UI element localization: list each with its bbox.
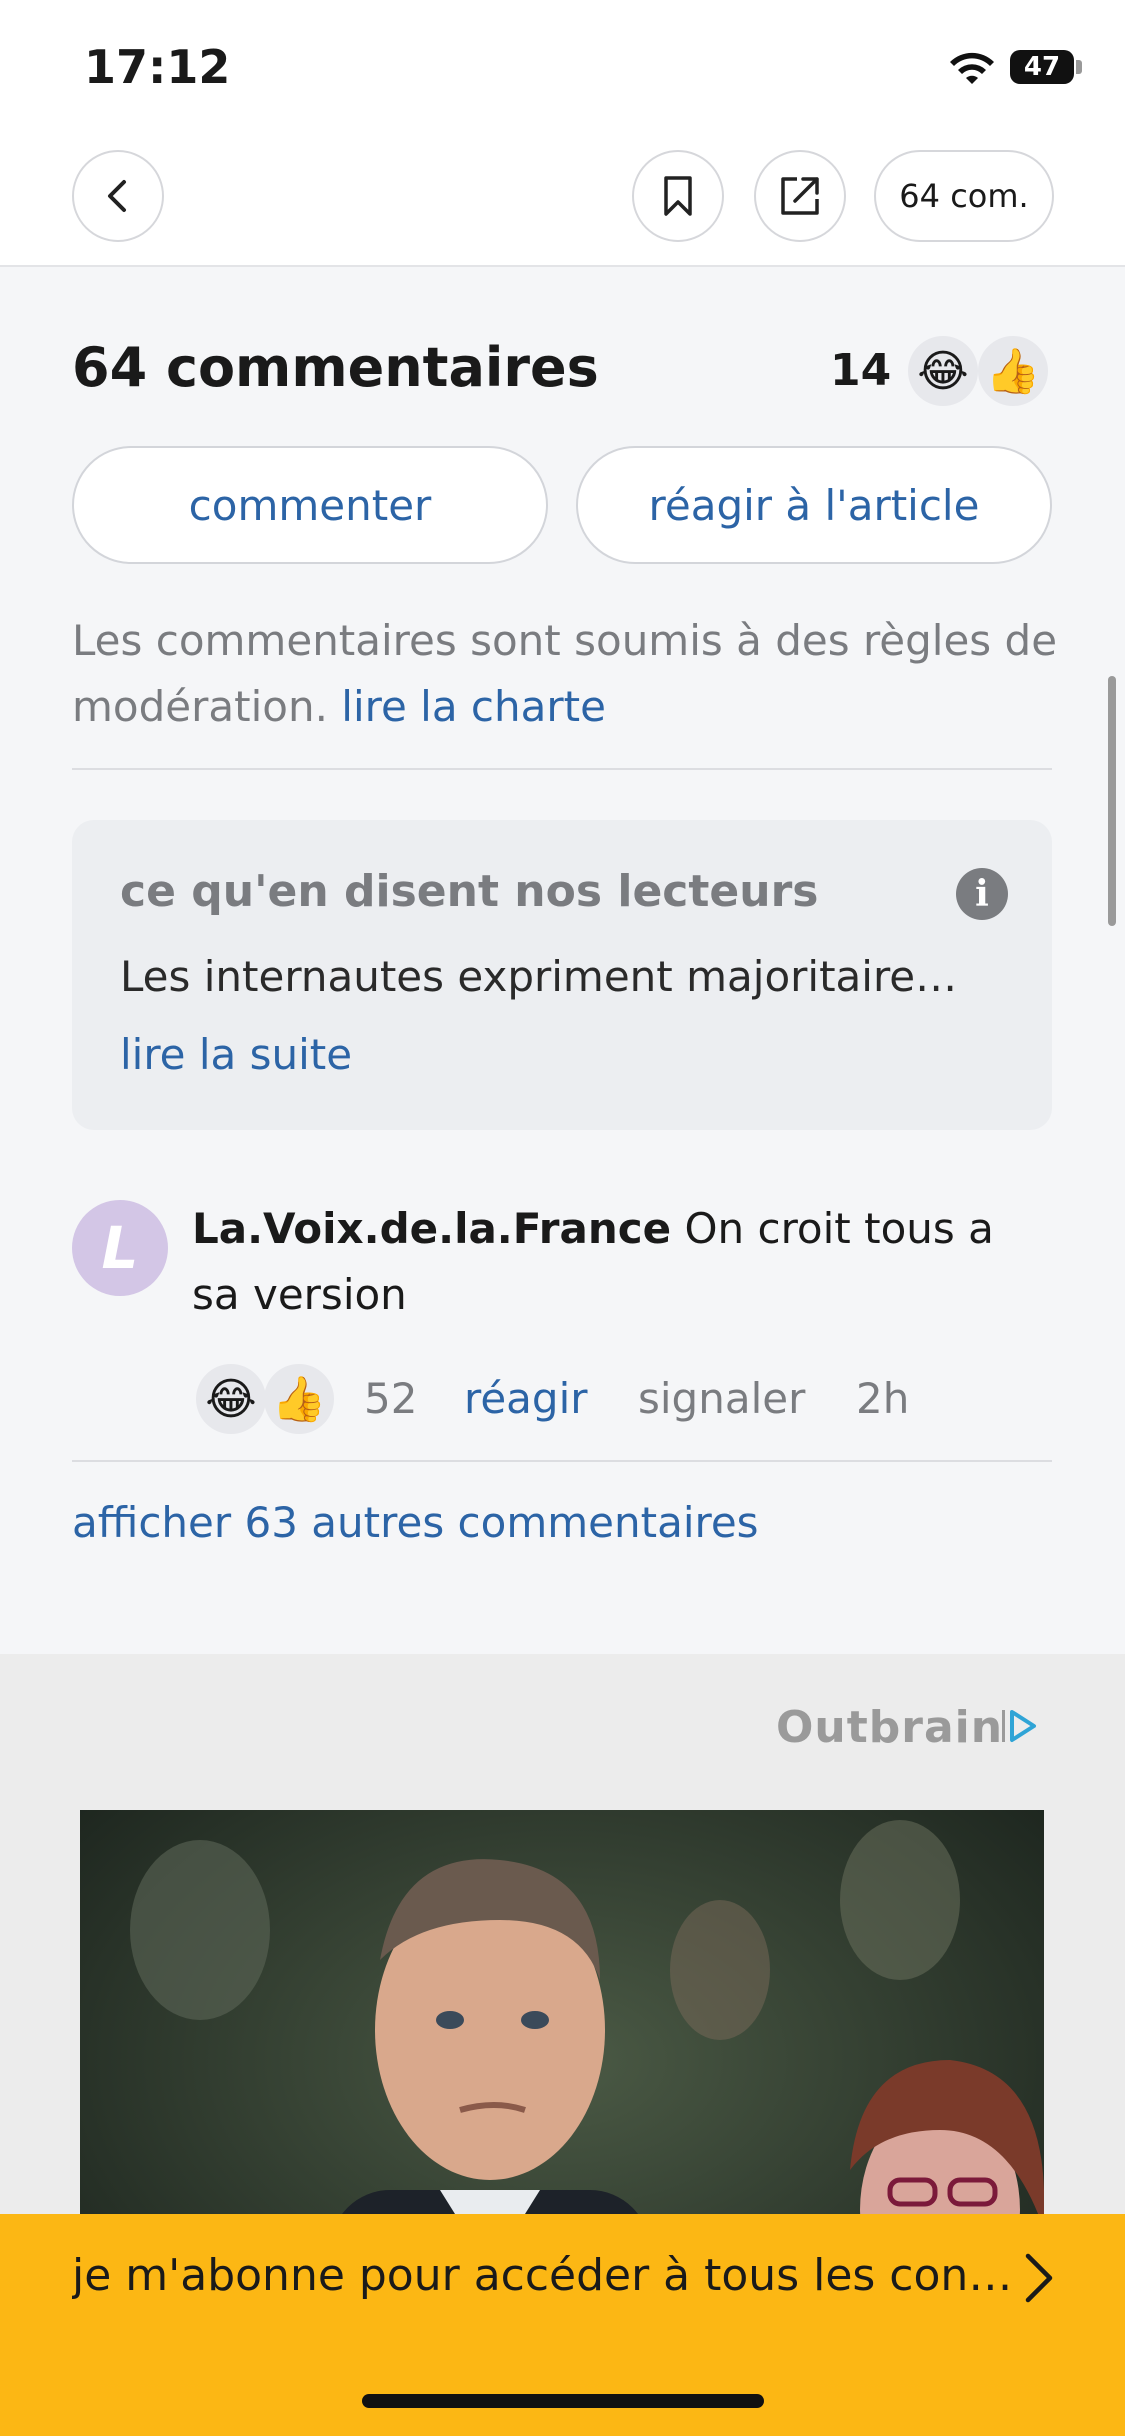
charter-link[interactable]: lire la charte [341,682,606,731]
subscribe-text[interactable]: je m'abonne pour accéder à tous les cont… [72,2250,1022,2301]
share-icon [781,177,819,215]
read-more-link[interactable]: lire la suite [120,1030,352,1079]
divider [72,1460,1052,1462]
chevron-left-icon [108,180,126,212]
ad-choices-icon[interactable] [1000,1706,1040,1746]
bookmark-button[interactable] [632,150,724,242]
wifi-icon [950,52,994,84]
back-button[interactable] [72,150,164,242]
comments-title: 64 commentaires [72,336,599,399]
thumbs-up-emoji-icon: 👍 [264,1364,334,1434]
outbrain-logo[interactable]: Outbrain [776,1702,1003,1753]
comment-body: La.Voix.de.la.France On croit tous a sa … [192,1196,1052,1328]
comment-reaction-count: 52 [364,1374,418,1423]
comment-author[interactable]: La.Voix.de.la.France [192,1204,671,1253]
moderation-notice: Les commentaires sont soumis à des règle… [72,608,1062,740]
comment-button[interactable]: commenter [72,446,548,564]
chevron-right-icon[interactable] [1018,2250,1058,2306]
divider [72,768,1052,770]
laughing-emoji-icon: 😂 [908,336,978,406]
readers-summary-title: ce qu'en disent nos lecteurs [120,866,819,917]
comment-timestamp: 2h [856,1374,910,1423]
laughing-emoji-icon: 😂 [196,1364,266,1434]
scrollbar[interactable] [1108,676,1116,926]
bookmark-icon [664,176,692,216]
share-button[interactable] [754,150,846,242]
show-more-comments-link[interactable]: afficher 63 autres commentaires [72,1498,759,1547]
info-icon[interactable]: i [956,868,1008,920]
report-link[interactable]: signaler [638,1374,805,1423]
thumbs-up-emoji-icon: 👍 [978,336,1048,406]
status-time: 17:12 [84,40,231,94]
battery-icon: 47 [1010,50,1074,84]
avatar[interactable]: L [72,1200,168,1296]
comments-count-button[interactable]: 64 com. [874,150,1054,242]
home-indicator [362,2394,764,2408]
reaction-count: 14 [830,345,892,396]
react-link[interactable]: réagir [464,1374,588,1423]
readers-summary-text: Les internautes expriment majoritairem..… [120,952,990,1001]
react-to-article-button[interactable]: réagir à l'article [576,446,1052,564]
battery-tip [1076,60,1082,74]
